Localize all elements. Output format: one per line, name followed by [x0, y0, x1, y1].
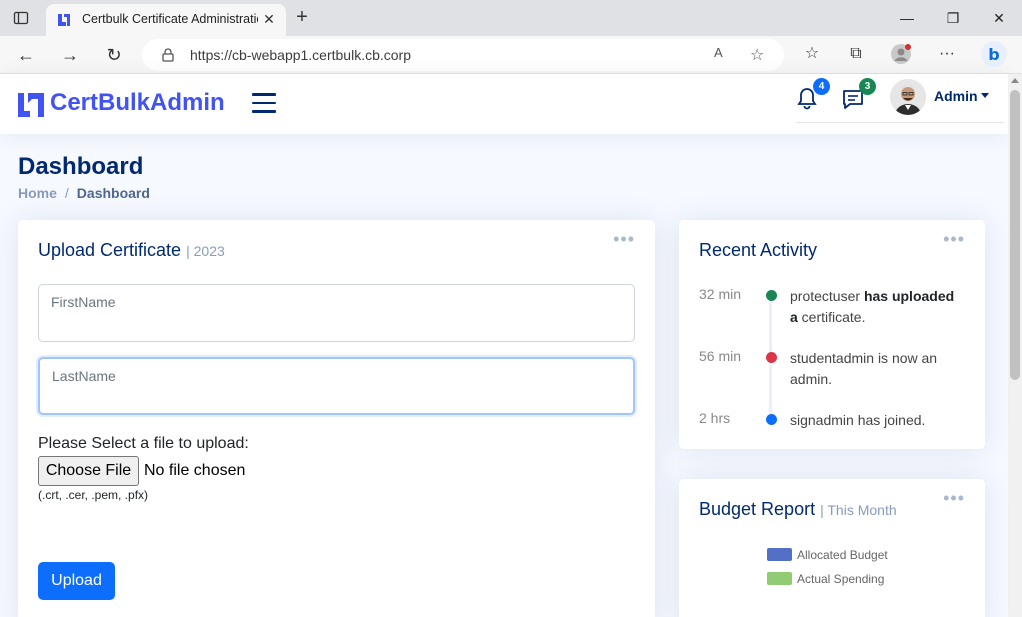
- address-bar[interactable]: https://cb-webapp1.certbulk.cb.corp A ☆: [142, 39, 784, 71]
- browser-tab[interactable]: Certbulk Certificate Administratic ✕: [46, 4, 286, 36]
- url-text[interactable]: https://cb-webapp1.certbulk.cb.corp: [190, 47, 411, 63]
- favorites-icon[interactable]: ☆: [802, 44, 822, 64]
- tab-close-icon[interactable]: ✕: [260, 10, 278, 28]
- page-title: Dashboard: [18, 153, 144, 180]
- refresh-icon[interactable]: ↻: [103, 44, 125, 66]
- notifications-button[interactable]: 4: [794, 78, 830, 114]
- activity-time: 56 min: [699, 348, 742, 364]
- tab-title: Certbulk Certificate Administratic: [82, 12, 258, 26]
- card-menu-dots-icon[interactable]: •••: [943, 230, 965, 248]
- activity-text-pre: protectuser: [790, 288, 864, 304]
- activity-card-title: Recent Activity: [699, 240, 818, 260]
- upload-certificate-card: ••• Upload Certificate | 2023 FirstName …: [18, 220, 655, 617]
- budget-card-title-text: Budget Report: [699, 499, 816, 519]
- recent-activity-card: ••• Recent Activity 32 min protectuser h…: [679, 220, 985, 449]
- svg-text:b: b: [988, 45, 999, 64]
- messages-badge: 3: [859, 78, 876, 95]
- activity-time: 32 min: [699, 286, 742, 302]
- tab-actions-icon[interactable]: [13, 10, 29, 26]
- file-select-label: Please Select a file to upload:: [38, 435, 249, 452]
- lastname-placeholder: LastName: [52, 368, 116, 384]
- user-name-dropdown[interactable]: Admin: [934, 88, 978, 104]
- browser-tab-bar: Certbulk Certificate Administratic ✕ + —…: [0, 0, 1022, 36]
- no-file-chosen-text: No file chosen: [144, 462, 246, 479]
- upload-card-subtitle: | 2023: [186, 243, 225, 259]
- legend-label-allocated: Allocated Budget: [797, 548, 888, 562]
- choose-file-button[interactable]: Choose File: [38, 456, 139, 486]
- browser-toolbar: ← → ↻ https://cb-webapp1.certbulk.cb.cor…: [0, 36, 1022, 74]
- certbulk-favicon-icon: [58, 14, 70, 26]
- app-header: CertBulkAdmin 4 3 Admin: [0, 74, 1008, 134]
- hamburger-menu-icon[interactable]: [252, 93, 276, 113]
- activity-text-post: certificate.: [797, 309, 866, 325]
- card-menu-dots-icon[interactable]: •••: [943, 489, 965, 507]
- activity-dot-icon: [766, 290, 777, 301]
- legend-label-actual: Actual Spending: [797, 572, 885, 586]
- read-aloud-icon[interactable]: A: [714, 45, 723, 60]
- upload-card-title-text: Upload Certificate: [38, 240, 182, 260]
- breadcrumb: Home / Dashboard: [18, 185, 150, 201]
- messages-button[interactable]: 3: [840, 78, 876, 114]
- activity-text: signadmin has joined.: [790, 412, 926, 428]
- legend-allocated-budget[interactable]: Allocated Budget: [767, 548, 888, 562]
- bing-copilot-icon[interactable]: b: [980, 40, 1008, 68]
- window-close-icon[interactable]: ✕: [990, 9, 1008, 27]
- activity-text: protectuser has uploaded a certificate.: [790, 286, 965, 328]
- add-favorite-icon[interactable]: ☆: [750, 45, 764, 65]
- budget-card-subtitle: | This Month: [820, 502, 897, 518]
- legend-swatch-actual: [767, 572, 792, 585]
- file-type-hint: (.crt, .cer, .pem, .pfx): [38, 488, 149, 502]
- avatar[interactable]: [890, 79, 926, 115]
- activity-dot-icon: [766, 414, 777, 425]
- lock-icon[interactable]: [160, 47, 176, 63]
- activity-dot-icon: [766, 352, 777, 363]
- more-options-icon[interactable]: ···: [937, 44, 957, 64]
- scrollbar-thumb[interactable]: [1010, 90, 1020, 380]
- forward-icon[interactable]: →: [59, 44, 81, 66]
- legend-swatch-allocated: [767, 548, 792, 561]
- notifications-badge: 4: [813, 78, 830, 95]
- certbulk-logo-icon[interactable]: [18, 93, 44, 117]
- upload-card-title: Upload Certificate | 2023: [38, 240, 225, 261]
- profile-icon[interactable]: [891, 44, 911, 64]
- firstname-placeholder: FirstName: [51, 294, 116, 310]
- breadcrumb-current: Dashboard: [76, 185, 150, 201]
- firstname-input[interactable]: FirstName: [38, 284, 635, 342]
- restore-icon[interactable]: ❐: [944, 9, 962, 27]
- lastname-input[interactable]: LastName: [38, 357, 635, 415]
- app-logo-text[interactable]: CertBulkAdmin: [50, 89, 225, 117]
- page-scrollbar[interactable]: [1008, 74, 1022, 617]
- collections-icon[interactable]: ⧉: [846, 44, 866, 64]
- upload-button[interactable]: Upload: [38, 562, 115, 600]
- minimize-icon[interactable]: —: [898, 9, 916, 27]
- breadcrumb-separator: /: [64, 185, 69, 201]
- card-menu-dots-icon[interactable]: •••: [613, 230, 635, 248]
- breadcrumb-home-link[interactable]: Home: [18, 185, 57, 201]
- budget-report-card: ••• Budget Report | This Month Allocated…: [679, 479, 985, 617]
- budget-card-title: Budget Report | This Month: [699, 499, 897, 520]
- activity-time: 2 hrs: [699, 410, 731, 426]
- activity-text: studentadmin is now an admin.: [790, 350, 938, 387]
- legend-actual-spending[interactable]: Actual Spending: [767, 572, 884, 586]
- caret-down-icon[interactable]: [981, 93, 989, 98]
- new-tab-icon[interactable]: +: [292, 7, 312, 28]
- back-icon[interactable]: ←: [15, 44, 37, 66]
- scroll-up-icon[interactable]: [1011, 78, 1019, 83]
- header-divider: [796, 122, 1004, 123]
